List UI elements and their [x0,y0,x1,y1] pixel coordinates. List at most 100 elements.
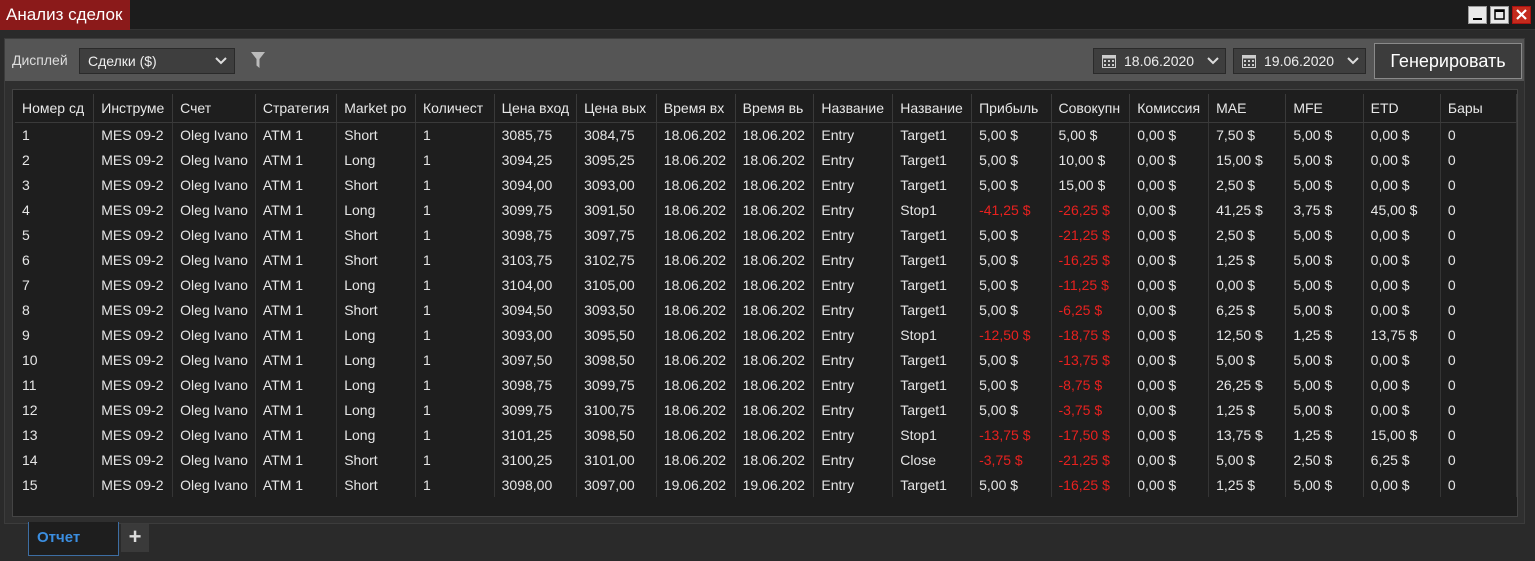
table-cell: 18.06.202 [656,172,736,197]
trades-grid: Номер сд Инструме Счет Стратегия Market po Ко… [12,89,1518,517]
column-header[interactable]: MAE [1208,94,1287,123]
table-row[interactable]: 12 MES 09-2 Oleg Ivano ATM 1 Long 1 3099,75 310… [15,397,1518,422]
table-cell: 6,25 $ [1208,297,1287,322]
column-header[interactable]: Комиссия [1129,94,1210,123]
table-row[interactable]: 13 MES 09-2 Oleg Ivano ATM 1 Long 1 3101,25 309… [15,422,1518,447]
column-header[interactable]: Время вь [735,94,815,123]
table-cell: 5,00 $ [1285,472,1364,497]
table-row[interactable]: 1 MES 09-2 Oleg Ivano ATM 1 Short 1 3085,75 308… [15,122,1518,147]
table-cell: 1 [415,197,495,222]
table-cell: Oleg Ivano [172,247,256,272]
table-cell: 3099,75 [494,397,578,422]
table-cell: Oleg Ivano [172,272,256,297]
table-cell: 1 [415,172,495,197]
table-cell: Target1 [892,297,973,322]
table-row[interactable]: 15 MES 09-2 Oleg Ivano ATM 1 Short 1 3098,00 30… [15,472,1518,497]
column-header[interactable]: Прибыль [971,94,1052,123]
table-cell: 1,25 $ [1285,322,1364,347]
table-row[interactable]: 14 MES 09-2 Oleg Ivano ATM 1 Short 1 3100,25 31… [15,447,1518,472]
table-cell: Oleg Ivano [172,347,256,372]
table-cell: ATM 1 [255,372,338,397]
table-cell: 5,00 $ [1208,347,1287,372]
table-cell: 41,25 $ [1208,197,1287,222]
table-cell: 18.06.202 [735,322,815,347]
column-header[interactable]: MFE [1285,94,1364,123]
table-cell: Short [336,172,417,197]
display-select[interactable]: Сделки ($) [79,48,235,74]
table-cell: 2,50 $ [1208,172,1287,197]
table-cell: 18.06.202 [656,272,736,297]
table-cell: 10 [15,347,95,372]
column-header[interactable]: Цена вход [494,94,578,123]
table-cell: 19.06.202 [656,472,736,497]
table-cell: 0,00 $ [1363,172,1441,197]
table-row[interactable]: 7 MES 09-2 Oleg Ivano ATM 1 Long 1 3104,00 3105… [15,272,1518,297]
table-cell: 0,00 $ [1129,472,1210,497]
table-cell: 0 [1440,172,1518,197]
table-cell: 10,00 $ [1051,147,1131,172]
column-header[interactable]: ETD [1363,94,1441,123]
generate-button[interactable]: Генерировать [1374,43,1522,79]
table-cell: 18.06.202 [656,122,736,147]
table-cell: 2,50 $ [1208,222,1287,247]
table-cell: 3097,50 [494,347,578,372]
date-from-select[interactable]: 18.06.2020 [1093,48,1226,74]
table-row[interactable]: 4 MES 09-2 Oleg Ivano ATM 1 Long 1 3099,75 3091… [15,197,1518,222]
table-cell: 3091,50 [576,197,657,222]
column-header[interactable]: Инструме [93,94,174,123]
column-header[interactable]: Название [813,94,894,123]
table-cell: 18.06.202 [656,247,736,272]
close-icon[interactable] [1512,6,1531,24]
table-cell: 3095,50 [576,322,657,347]
table-cell: -41,25 $ [971,197,1052,222]
table-cell: 5,00 $ [971,222,1052,247]
table-row[interactable]: 10 MES 09-2 Oleg Ivano ATM 1 Long 1 3097,50 309… [15,347,1518,372]
table-cell: Long [336,347,417,372]
table-cell: Oleg Ivano [172,222,256,247]
table-cell: 3,75 $ [1285,197,1364,222]
column-header[interactable]: Время вх [656,94,736,123]
column-header[interactable]: Номер сд [15,94,95,123]
tab-report[interactable]: Отчет [28,522,119,556]
table-cell: 5,00 $ [971,172,1052,197]
table-cell: MES 09-2 [93,397,174,422]
table-row[interactable]: 2 MES 09-2 Oleg Ivano ATM 1 Long 1 3094,25 3095… [15,147,1518,172]
column-header[interactable]: Бары [1440,94,1518,123]
table-cell: ATM 1 [255,447,338,472]
column-header[interactable]: Совокупн [1051,94,1131,123]
table-cell: 0,00 $ [1129,372,1210,397]
column-header[interactable]: Счет [172,94,256,123]
table-row[interactable]: 5 MES 09-2 Oleg Ivano ATM 1 Short 1 3098,75 309… [15,222,1518,247]
table-cell: 1 [415,222,495,247]
table-cell: -26,25 $ [1051,197,1131,222]
table-cell: Target1 [892,222,973,247]
maximize-icon[interactable] [1490,6,1509,24]
table-cell: 0,00 $ [1129,322,1210,347]
table-row[interactable]: 6 MES 09-2 Oleg Ivano ATM 1 Short 1 3103,75 310… [15,247,1518,272]
table-cell: 5,00 $ [1285,297,1364,322]
table-cell: Entry [813,272,894,297]
column-header[interactable]: Количест [415,94,495,123]
table-row[interactable]: 11 MES 09-2 Oleg Ivano ATM 1 Long 1 3098,75 309… [15,372,1518,397]
table-cell: 5,00 $ [1051,122,1131,147]
add-tab-button[interactable]: + [121,524,149,552]
table-cell: 3 [15,172,95,197]
table-cell: 1 [415,272,495,297]
table-row[interactable]: 8 MES 09-2 Oleg Ivano ATM 1 Short 1 3094,50 309… [15,297,1518,322]
table-cell: -17,50 $ [1051,422,1131,447]
table-cell: 15,00 $ [1363,422,1441,447]
table-cell: 0,00 $ [1129,397,1210,422]
date-to-select[interactable]: 19.06.2020 [1233,48,1366,74]
column-header[interactable]: Market po [336,94,417,123]
table-row[interactable]: 3 MES 09-2 Oleg Ivano ATM 1 Short 1 3094,00 309… [15,172,1518,197]
table-row[interactable]: 9 MES 09-2 Oleg Ivano ATM 1 Long 1 3093,00 3095… [15,322,1518,347]
column-header[interactable]: Стратегия [255,94,338,123]
column-header[interactable]: Название [892,94,973,123]
column-header[interactable]: Цена вых [576,94,657,123]
table-cell: 6,25 $ [1363,447,1441,472]
filter-icon[interactable] [250,50,266,70]
table-cell: Oleg Ivano [172,197,256,222]
table-cell: Long [336,322,417,347]
minimize-icon[interactable] [1468,6,1487,24]
table-cell: 3098,50 [576,347,657,372]
